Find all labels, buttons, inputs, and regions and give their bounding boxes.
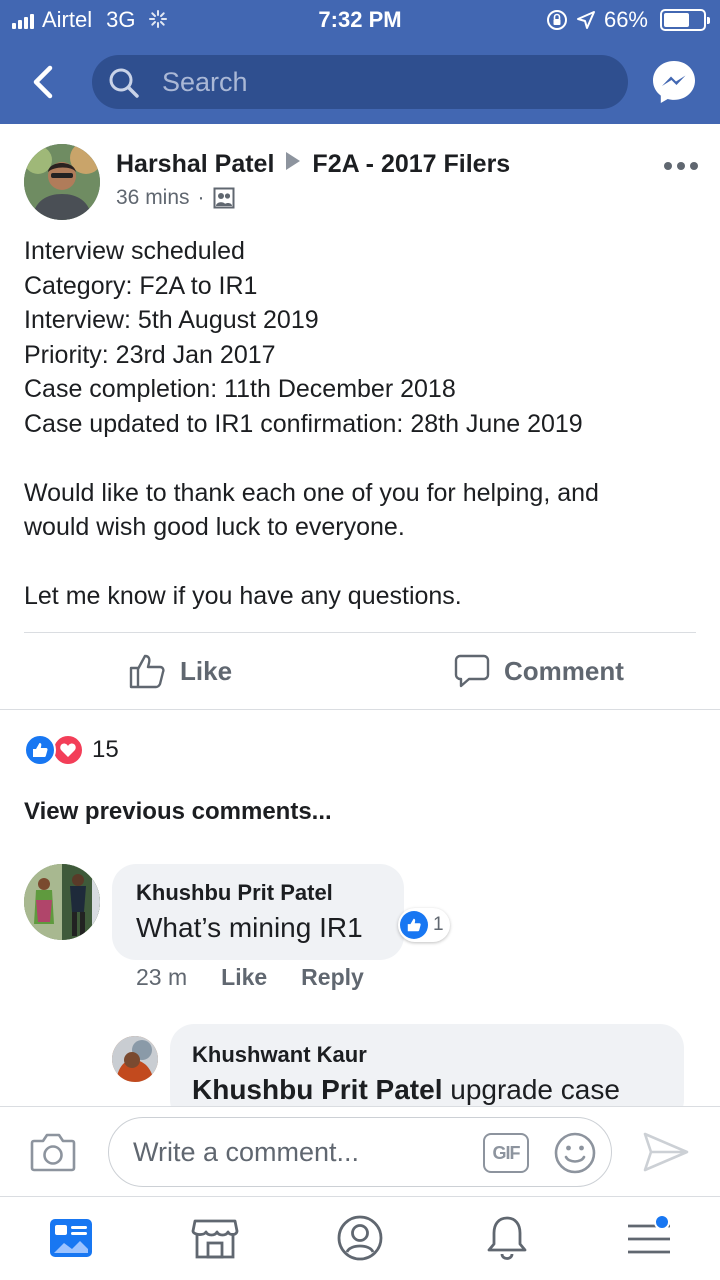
more-options-icon[interactable] <box>664 162 698 170</box>
comment-label: Comment <box>504 655 624 686</box>
reply-text-body: upgrade case <box>442 1074 620 1105</box>
reply-author-name[interactable]: Khushwant Kaur <box>192 1042 684 1068</box>
comment-composer: GIF <box>0 1106 720 1196</box>
post-paragraph: Let me know if you have any questions. <box>24 582 462 610</box>
like-reaction-icon <box>400 911 428 939</box>
battery-percent: 66% <box>603 7 648 32</box>
comment-text: What’s mining IR1 <box>136 912 363 943</box>
commenter-name[interactable]: Khushbu Prit Patel <box>136 880 404 906</box>
group-name[interactable]: F2A - 2017 Filers <box>312 150 510 178</box>
mention-tag[interactable]: Khushbu Prit Patel <box>192 1074 442 1105</box>
reply-avatar[interactable] <box>112 1036 158 1082</box>
send-icon[interactable] <box>642 1131 690 1173</box>
comment-time: 23 m <box>136 964 188 990</box>
reaction-count: 15 <box>92 736 119 763</box>
marketplace-icon[interactable] <box>190 1213 240 1263</box>
post-author-line: Harshal Patel F2A - 2017 Filers <box>116 150 510 179</box>
orientation-lock-icon <box>546 10 567 30</box>
top-bar: Airtel 3G 7:32 PM 66% Search <box>0 0 720 124</box>
notifications-bell-icon[interactable] <box>482 1213 532 1263</box>
post-line: Category: F2A to IR1 <box>24 271 258 300</box>
love-reaction-icon <box>52 734 84 766</box>
search-input[interactable] <box>162 55 602 109</box>
comment-input[interactable] <box>133 1118 463 1186</box>
post-line: Interview scheduled <box>24 237 245 265</box>
arrow-right-icon <box>286 152 301 170</box>
comment-footer: 23 m Like Reply <box>136 964 364 991</box>
comment-like-count: 1 <box>433 914 444 935</box>
like-reaction-icon <box>24 734 56 766</box>
search-icon <box>109 68 139 98</box>
back-arrow-icon[interactable] <box>24 62 64 102</box>
profile-icon[interactable] <box>335 1213 385 1263</box>
facebook-app: Airtel 3G 7:32 PM 66% Search Harshal Pat… <box>0 0 720 1280</box>
post-actions: Like Comment <box>0 633 720 709</box>
like-button[interactable]: Like <box>128 633 232 709</box>
post-line: Priority: 23rd Jan 2017 <box>24 340 276 369</box>
like-label: Like <box>180 655 233 686</box>
messenger-icon[interactable] <box>650 58 698 106</box>
search-bar[interactable] <box>92 55 628 109</box>
reply-text: Khushbu Prit Patel upgrade case <box>192 1074 684 1106</box>
post-meta: 36 mins · <box>116 186 235 210</box>
comment-reply-button[interactable]: Reply <box>301 964 364 991</box>
view-previous-comments-link[interactable]: View previous comments... <box>24 798 332 826</box>
post-time[interactable]: 36 mins <box>116 186 190 210</box>
post-line: Case updated to IR1 confirmation: 28th J… <box>24 409 583 438</box>
gif-button[interactable]: GIF <box>483 1133 529 1173</box>
post-line: Case completion: 11th December 2018 <box>24 375 456 403</box>
comment-box[interactable]: GIF <box>108 1117 612 1187</box>
group-privacy-icon <box>213 187 235 209</box>
news-feed-icon[interactable] <box>46 1213 96 1263</box>
commenter-avatar[interactable] <box>24 864 100 940</box>
menu-notification-dot <box>654 1214 670 1230</box>
post-line: Interview: 5th August 2019 <box>24 306 319 334</box>
location-arrow-icon <box>576 11 595 29</box>
status-bar: Airtel 3G 7:32 PM 66% <box>0 0 720 40</box>
reactions-summary[interactable]: 15 <box>24 734 119 766</box>
thumbs-up-icon <box>129 654 165 689</box>
post-paragraph: would wish good luck to everyone. <box>24 513 405 541</box>
author-avatar[interactable] <box>24 144 100 220</box>
post-body: Interview scheduled Category: F2A to IR1… <box>24 234 704 614</box>
comment-bubble[interactable]: Khushbu Prit Patel What’s mining IR1 <box>112 864 404 960</box>
comment-icon <box>454 654 490 688</box>
camera-icon[interactable] <box>30 1131 76 1173</box>
post-paragraph: Would like to thank each one of you for … <box>24 478 599 507</box>
sticker-smiley-icon[interactable] <box>553 1131 597 1175</box>
comment-like-badge[interactable]: 1 <box>398 908 450 942</box>
comment-like-button[interactable]: Like <box>221 964 267 991</box>
comment-button[interactable]: Comment <box>454 633 624 709</box>
bottom-navigation <box>0 1196 720 1280</box>
author-name[interactable]: Harshal Patel <box>116 150 274 178</box>
divider <box>0 709 720 710</box>
battery-icon <box>660 9 710 31</box>
